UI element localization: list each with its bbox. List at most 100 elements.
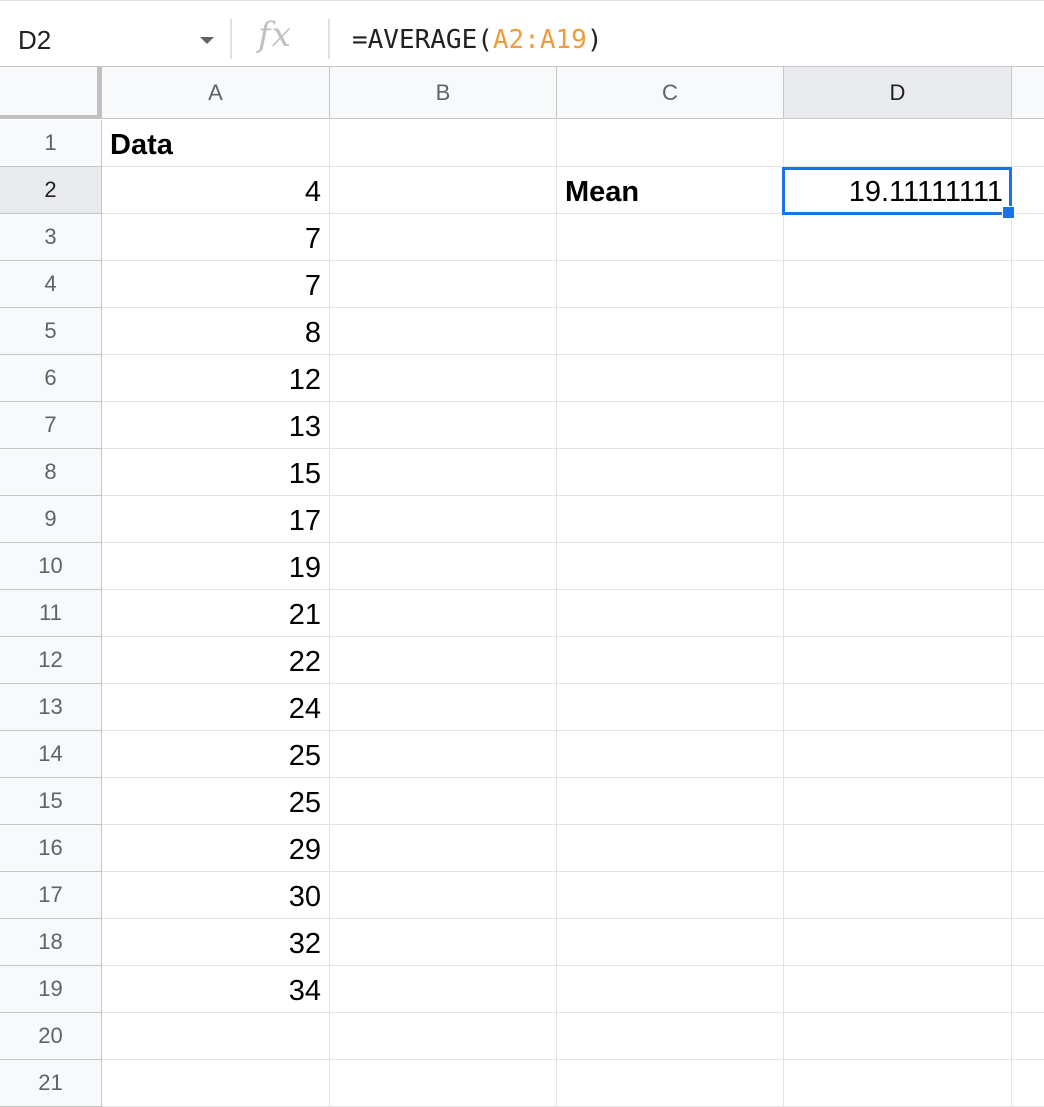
row-header-13[interactable]: 13 [0, 684, 102, 731]
cell-a3[interactable]: 7 [102, 214, 330, 261]
cell-c18[interactable] [557, 919, 784, 966]
row-header-1[interactable]: 1 [0, 120, 102, 167]
cell-a12[interactable]: 22 [102, 637, 330, 684]
cell-e18[interactable] [1012, 919, 1044, 966]
cell-c16[interactable] [557, 825, 784, 872]
cell-c9[interactable] [557, 496, 784, 543]
row-header-18[interactable]: 18 [0, 919, 102, 966]
cell-e6[interactable] [1012, 355, 1044, 402]
row-header-5[interactable]: 5 [0, 308, 102, 355]
cell-b6[interactable] [330, 355, 557, 402]
cell-c15[interactable] [557, 778, 784, 825]
cell-a5[interactable]: 8 [102, 308, 330, 355]
cell-d8[interactable] [784, 449, 1012, 496]
cell-b8[interactable] [330, 449, 557, 496]
cell-c2[interactable]: Mean [557, 167, 784, 214]
cell-c12[interactable] [557, 637, 784, 684]
cell-b10[interactable] [330, 543, 557, 590]
row-header-9[interactable]: 9 [0, 496, 102, 543]
cell-b2[interactable] [330, 167, 557, 214]
cell-a21[interactable] [102, 1060, 330, 1107]
cell-c10[interactable] [557, 543, 784, 590]
cell-e3[interactable] [1012, 214, 1044, 261]
cell-e10[interactable] [1012, 543, 1044, 590]
cell-d5[interactable] [784, 308, 1012, 355]
cell-b1[interactable] [330, 120, 557, 167]
cell-e16[interactable] [1012, 825, 1044, 872]
cell-b16[interactable] [330, 825, 557, 872]
cell-e17[interactable] [1012, 872, 1044, 919]
row-header-10[interactable]: 10 [0, 543, 102, 590]
cell-c5[interactable] [557, 308, 784, 355]
cell-d21[interactable] [784, 1060, 1012, 1107]
cell-e8[interactable] [1012, 449, 1044, 496]
cell-a8[interactable]: 15 [102, 449, 330, 496]
cell-d1[interactable] [784, 120, 1012, 167]
cell-c1[interactable] [557, 120, 784, 167]
cell-d18[interactable] [784, 919, 1012, 966]
cell-d10[interactable] [784, 543, 1012, 590]
cell-d9[interactable] [784, 496, 1012, 543]
column-header-d[interactable]: D [784, 67, 1012, 119]
row-header-2[interactable]: 2 [0, 167, 102, 214]
cell-a17[interactable]: 30 [102, 872, 330, 919]
fill-handle[interactable] [1002, 206, 1015, 219]
cell-b15[interactable] [330, 778, 557, 825]
cell-c19[interactable] [557, 966, 784, 1013]
row-header-20[interactable]: 20 [0, 1013, 102, 1060]
cell-b13[interactable] [330, 684, 557, 731]
cell-a18[interactable]: 32 [102, 919, 330, 966]
cell-e19[interactable] [1012, 966, 1044, 1013]
cell-b19[interactable] [330, 966, 557, 1013]
caret-down-icon[interactable] [200, 37, 214, 44]
cell-e14[interactable] [1012, 731, 1044, 778]
cell-a20[interactable] [102, 1013, 330, 1060]
cell-c7[interactable] [557, 402, 784, 449]
row-header-11[interactable]: 11 [0, 590, 102, 637]
cell-d12[interactable] [784, 637, 1012, 684]
row-header-12[interactable]: 12 [0, 637, 102, 684]
cell-a4[interactable]: 7 [102, 261, 330, 308]
cell-b18[interactable] [330, 919, 557, 966]
cell-a10[interactable]: 19 [102, 543, 330, 590]
cell-a16[interactable]: 29 [102, 825, 330, 872]
cell-a2[interactable]: 4 [102, 167, 330, 214]
cell-e7[interactable] [1012, 402, 1044, 449]
cell-c11[interactable] [557, 590, 784, 637]
cell-c21[interactable] [557, 1060, 784, 1107]
cell-d11[interactable] [784, 590, 1012, 637]
cell-e4[interactable] [1012, 261, 1044, 308]
column-header-e[interactable] [1012, 67, 1044, 119]
cell-a14[interactable]: 25 [102, 731, 330, 778]
cell-d14[interactable] [784, 731, 1012, 778]
row-header-6[interactable]: 6 [0, 355, 102, 402]
row-header-8[interactable]: 8 [0, 449, 102, 496]
cell-a9[interactable]: 17 [102, 496, 330, 543]
cell-a7[interactable]: 13 [102, 402, 330, 449]
column-header-b[interactable]: B [330, 67, 557, 119]
cell-b14[interactable] [330, 731, 557, 778]
row-header-7[interactable]: 7 [0, 402, 102, 449]
row-header-3[interactable]: 3 [0, 214, 102, 261]
cell-d15[interactable] [784, 778, 1012, 825]
cell-a6[interactable]: 12 [102, 355, 330, 402]
cell-c6[interactable] [557, 355, 784, 402]
cell-e21[interactable] [1012, 1060, 1044, 1107]
cell-d6[interactable] [784, 355, 1012, 402]
cell-e9[interactable] [1012, 496, 1044, 543]
cell-b9[interactable] [330, 496, 557, 543]
cell-d20[interactable] [784, 1013, 1012, 1060]
cell-c8[interactable] [557, 449, 784, 496]
cell-e12[interactable] [1012, 637, 1044, 684]
cell-e15[interactable] [1012, 778, 1044, 825]
cell-c17[interactable] [557, 872, 784, 919]
cell-d3[interactable] [784, 214, 1012, 261]
row-header-19[interactable]: 19 [0, 966, 102, 1013]
row-header-15[interactable]: 15 [0, 778, 102, 825]
cell-c4[interactable] [557, 261, 784, 308]
cell-e1[interactable] [1012, 120, 1044, 167]
cell-b7[interactable] [330, 402, 557, 449]
cell-e11[interactable] [1012, 590, 1044, 637]
row-header-4[interactable]: 4 [0, 261, 102, 308]
row-header-14[interactable]: 14 [0, 731, 102, 778]
